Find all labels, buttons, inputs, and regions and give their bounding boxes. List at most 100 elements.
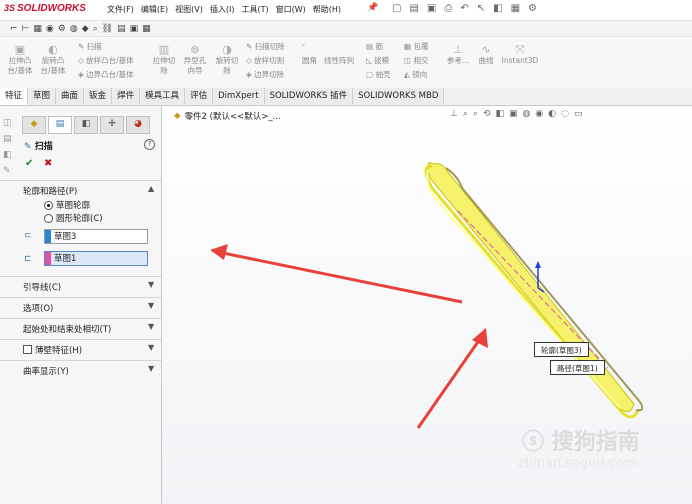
new-icon[interactable]: ▢: [392, 3, 401, 14]
tab-mold-tools[interactable]: 模具工具: [140, 88, 186, 104]
tab-dimxpert[interactable]: DimXpert: [213, 88, 265, 104]
title-bar: 3S SOLIDWORKS 文件(F) 编辑(E) 视图(V) 插入(I) 工具(…: [0, 0, 692, 21]
table-icon[interactable]: ▦: [142, 24, 151, 34]
menu-tools[interactable]: 工具(T): [241, 4, 268, 15]
tab-sheet-metal[interactable]: 钣金: [84, 88, 113, 104]
thin-feature-checkbox[interactable]: [23, 345, 32, 354]
camera-icon[interactable]: ▣: [130, 24, 139, 34]
section-guide-curves[interactable]: 引导线(C) ▼: [0, 276, 161, 296]
section-curvature-display[interactable]: 曲率显示(Y) ▼: [0, 360, 161, 380]
panel-tabs: ◆ ▤ ◧ ✛ ◕: [0, 116, 161, 134]
pin-icon[interactable]: 📌: [367, 3, 378, 13]
menu-edit[interactable]: 编辑(E): [141, 4, 168, 15]
file-properties-icon[interactable]: ▦: [511, 3, 520, 14]
fillet-button[interactable]: ◜: [302, 42, 305, 52]
tab-addins[interactable]: SOLIDWORKS 插件: [264, 88, 354, 104]
sketch-tool-icon[interactable]: ⌐: [10, 24, 18, 34]
shading-icon[interactable]: ◍: [70, 24, 78, 34]
boundary-cut-button[interactable]: ◈ 边界切除: [246, 70, 284, 80]
boundary-boss-button[interactable]: ◈ 边界凸台/基体: [78, 70, 134, 80]
menu-help[interactable]: 帮助(H): [313, 4, 341, 15]
chevron-down-icon: ▼: [148, 280, 155, 289]
linear-pattern-button[interactable]: 线性阵列: [324, 56, 354, 66]
reference-geometry-button[interactable]: ⊥ 参考...: [444, 44, 472, 66]
loft-icon: ◇: [78, 56, 87, 65]
sweep-cut-icon: ✎: [246, 42, 255, 51]
link-icon[interactable]: ⛓: [102, 24, 113, 34]
tab-evaluate[interactable]: 评估: [185, 88, 214, 104]
loft-cut-button[interactable]: ◇ 放样切割: [246, 56, 284, 66]
instant3d-button[interactable]: ⤧ Instant3D: [500, 44, 540, 66]
feature-manager-tab-icon[interactable]: ◆: [22, 116, 46, 134]
smart-dimension-icon[interactable]: ⊢: [22, 24, 30, 34]
section-tangency[interactable]: 起始处和结束处相切(T) ▼: [0, 318, 161, 338]
section-thin-feature[interactable]: 薄壁特征(H) ▼: [0, 339, 161, 359]
callout-profile[interactable]: 轮廓(草图3): [534, 342, 589, 357]
tab-surfaces[interactable]: 曲面: [56, 88, 85, 104]
command-manager-ribbon: ▣ 拉伸凸 台/基体 ◐ 旋转凸 台/基体 ✎ 扫描 ◇ 放样凸台/基体 ◈ 边界凸…: [0, 38, 692, 89]
menu-window[interactable]: 窗口(W): [276, 4, 306, 15]
mirror-button[interactable]: ◭ 镜向: [404, 70, 427, 80]
gear-icon[interactable]: ⚙: [58, 24, 66, 34]
extrude-boss-button[interactable]: ▣ 拉伸凸 台/基体: [4, 44, 36, 76]
tools-icon[interactable]: ✎: [3, 166, 17, 176]
select-icon[interactable]: ↖: [477, 3, 485, 14]
intersect-button[interactable]: ◫ 相交: [404, 56, 428, 66]
tab-mbd[interactable]: SOLIDWORKS MBD: [353, 88, 445, 104]
radio-sketch-profile[interactable]: 草图轮廓: [44, 199, 90, 211]
revolve-cut-button[interactable]: ◑ 旋转切 除: [212, 44, 242, 76]
profile-selection-field[interactable]: 草图3: [44, 229, 148, 244]
save-icon[interactable]: ▣: [427, 3, 436, 14]
section-profile-path[interactable]: 轮廓和路径(P) ▲: [0, 180, 161, 200]
configuration-manager-tab-icon[interactable]: ◧: [74, 116, 98, 134]
hole-wizard-button[interactable]: ⊚ 异型孔 向导: [180, 44, 210, 76]
menu-file[interactable]: 文件(F): [107, 4, 134, 15]
curve-icon: ∿: [481, 43, 491, 56]
curves-button[interactable]: ∿ 曲线: [474, 44, 498, 66]
sweep-button[interactable]: ✎ 扫描: [78, 42, 102, 52]
hide-icon[interactable]: ◆: [82, 24, 89, 34]
ok-button[interactable]: ✔: [25, 158, 33, 169]
undo-icon[interactable]: ↶: [460, 3, 468, 14]
config-icon[interactable]: ◧: [3, 150, 17, 160]
solidworks-logo: 3S SOLIDWORKS: [4, 3, 86, 14]
tab-sketch[interactable]: 草图: [28, 88, 57, 104]
print-icon[interactable]: ⎙: [444, 3, 452, 14]
menu-view[interactable]: 视图(V): [175, 4, 203, 15]
fillet-label-button[interactable]: 圆角: [302, 56, 317, 66]
wrap-button[interactable]: ▦ 包覆: [404, 42, 428, 52]
tab-weldments[interactable]: 焊件: [112, 88, 141, 104]
open-icon[interactable]: ▤: [409, 3, 418, 14]
chevron-down-icon: ▼: [148, 364, 155, 373]
dimxpert-tab-icon[interactable]: ✛: [100, 116, 124, 134]
property-manager-tab-icon[interactable]: ▤: [48, 116, 72, 134]
loft-boss-button[interactable]: ◇ 放样凸台/基体: [78, 56, 134, 66]
profile-icon: ⊂: [24, 231, 32, 241]
measure-icon[interactable]: ▤: [117, 24, 126, 34]
cancel-button[interactable]: ✖: [44, 158, 52, 169]
tab-features[interactable]: 特征: [0, 88, 29, 105]
shell-button[interactable]: ▢ 抽壳: [366, 70, 390, 80]
watermark-url: zhinan.sogou.com: [518, 456, 637, 471]
section-options[interactable]: 选项(O) ▼: [0, 297, 161, 317]
graphics-viewport[interactable]: ◆零件2 (默认<<默认>_... ⊥ ⌕ ⌕ ⟲ ◧ ▣ ◍ ◉ ◐ ◌ ▭: [162, 106, 692, 504]
path-selection-field[interactable]: 草图1: [44, 251, 148, 266]
sweep-cut-button[interactable]: ✎ 扫描切除: [246, 42, 285, 52]
rebuild-icon[interactable]: ◧: [493, 3, 502, 14]
rib-button[interactable]: ▤ 筋: [366, 42, 383, 52]
menu-insert[interactable]: 插入(I): [210, 4, 235, 15]
help-icon[interactable]: ?: [144, 139, 155, 150]
extrude-cut-icon: ▥: [158, 43, 170, 56]
options-gear-icon[interactable]: ⚙: [528, 3, 537, 14]
property-icon[interactable]: ▤: [3, 134, 17, 144]
revolve-boss-button[interactable]: ◐ 旋转凸 台/基体: [36, 44, 70, 76]
callout-path[interactable]: 路径(草图1): [550, 360, 605, 375]
display-icon[interactable]: ▦: [33, 24, 42, 34]
zoom-icon[interactable]: ⌕: [93, 24, 98, 34]
appearance-icon[interactable]: ◉: [46, 24, 54, 34]
extrude-cut-button[interactable]: ▥ 拉伸切 除: [150, 44, 178, 76]
sweep-icon: ✎: [78, 42, 87, 51]
draft-button[interactable]: ◺ 拔模: [366, 56, 389, 66]
display-manager-tab-icon[interactable]: ◕: [126, 116, 150, 134]
radio-circular-profile[interactable]: 圆形轮廓(C): [44, 212, 103, 224]
